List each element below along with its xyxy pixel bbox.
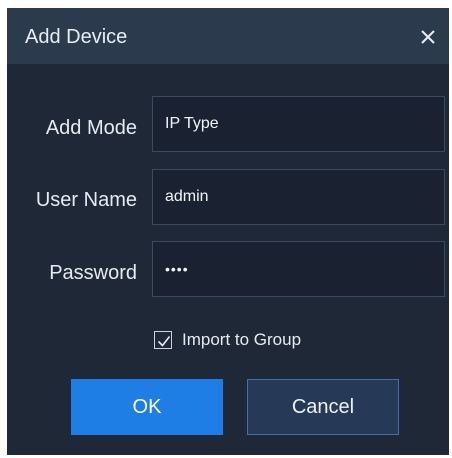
password-label: Password xyxy=(49,262,137,284)
import-to-group-checkbox[interactable] xyxy=(154,331,172,349)
user-name-field[interactable]: admin xyxy=(152,169,445,225)
checkmark-icon xyxy=(157,336,171,347)
add-mode-label: Add Mode xyxy=(45,117,137,139)
dialog-titlebar: Add Device xyxy=(7,8,449,64)
add-mode-value: IP Type xyxy=(165,115,219,132)
password-value: •••• xyxy=(165,261,189,277)
add-device-dialog: Add Device Add Mode IP Type User Name ad… xyxy=(7,8,449,455)
user-name-label: User Name xyxy=(35,189,137,211)
add-mode-field[interactable]: IP Type xyxy=(152,96,445,152)
close-button[interactable] xyxy=(413,22,443,52)
import-to-group-label: Import to Group xyxy=(182,330,302,349)
close-icon xyxy=(421,30,435,44)
cancel-button[interactable]: Cancel xyxy=(247,379,399,435)
user-name-value: admin xyxy=(165,188,209,205)
import-to-group-option[interactable]: Import to Group xyxy=(154,326,301,354)
password-field[interactable]: •••• xyxy=(152,241,445,297)
dialog-title: Add Device xyxy=(25,26,128,48)
ok-button[interactable]: OK xyxy=(71,379,223,435)
